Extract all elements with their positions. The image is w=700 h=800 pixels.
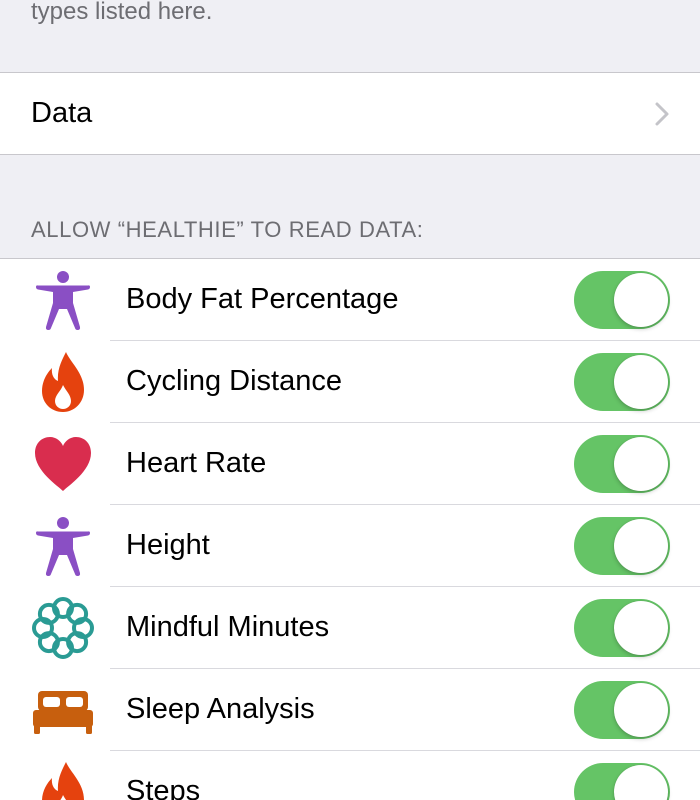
permission-label: Cycling Distance [126, 365, 342, 397]
permission-row-body-fat-percentage: Body Fat Percentage [0, 259, 700, 341]
toggle-knob [614, 765, 668, 800]
permission-row-heart-rate: Heart Rate [0, 423, 700, 505]
permission-label: Sleep Analysis [126, 693, 315, 725]
heart-icon [35, 437, 91, 491]
toggle-knob [614, 519, 668, 573]
permission-toggle[interactable] [574, 353, 670, 411]
toggle-knob [614, 273, 668, 327]
permission-label: Height [126, 529, 210, 561]
chevron-right-icon [655, 102, 669, 126]
permission-row-steps: Steps [0, 751, 700, 800]
permission-label: Steps [126, 775, 201, 800]
permission-label: Mindful Minutes [126, 611, 330, 643]
toggle-knob [614, 355, 668, 409]
permission-label: Heart Rate [126, 447, 267, 479]
intro-text: types listed here. [31, 0, 213, 25]
flame-icon [42, 352, 84, 412]
permission-toggle[interactable] [574, 681, 670, 739]
body-figure-icon [36, 271, 90, 330]
body-figure-icon [36, 517, 90, 576]
flame-icon [42, 762, 84, 800]
toggle-knob [614, 437, 668, 491]
permission-toggle[interactable] [574, 763, 670, 800]
toggle-knob [614, 601, 668, 655]
section-header: ALLOW “HEALTHIE” TO READ DATA: [31, 217, 424, 242]
permission-toggle[interactable] [574, 517, 670, 575]
data-row[interactable]: Data [0, 73, 700, 154]
permission-toggle[interactable] [574, 271, 670, 329]
permission-row-sleep-analysis: Sleep Analysis [0, 669, 700, 751]
mindful-flower-icon [32, 597, 94, 659]
permission-toggle[interactable] [574, 435, 670, 493]
permission-toggle[interactable] [574, 599, 670, 657]
bed-icon [33, 691, 93, 734]
toggle-knob [614, 683, 668, 737]
permission-row-height: Height [0, 505, 700, 587]
permission-label: Body Fat Percentage [126, 283, 399, 315]
health-permissions-screen: types listed here. Data ALLOW “HEALTHIE”… [0, 0, 700, 800]
permission-row-cycling-distance: Cycling Distance [0, 341, 700, 423]
data-row-label: Data [31, 97, 93, 129]
permission-row-mindful-minutes: Mindful Minutes [0, 587, 700, 669]
permissions-list: Body Fat Percentage Cycling Distance Hea… [0, 259, 700, 800]
divider [0, 154, 700, 155]
